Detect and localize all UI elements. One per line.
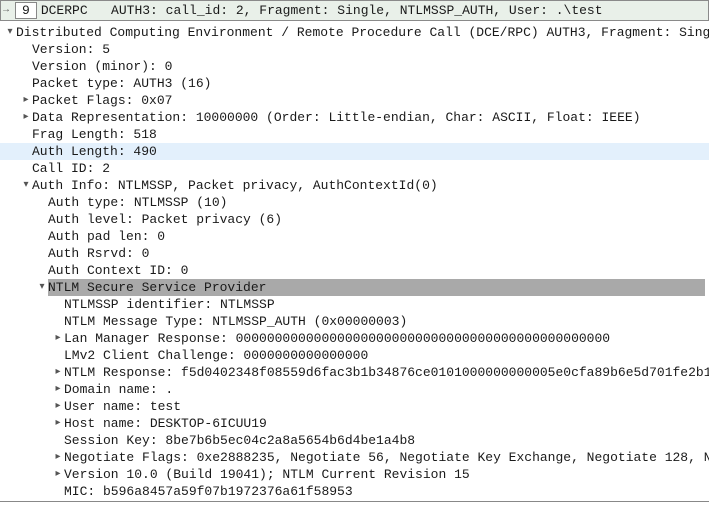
tree-label: Packet Flags: 0x07 <box>32 92 172 109</box>
tree-label: Auth type: NTLMSSP (10) <box>48 194 227 211</box>
expand-icon[interactable]: ▸ <box>52 449 64 466</box>
protocol-col: DCERPC AUTH3: call_id: 2, Fragment: Sing… <box>41 3 603 18</box>
tree-auth-info[interactable]: ▾ Auth Info: NTLMSSP, Packet privacy, Au… <box>0 177 709 194</box>
tree-ntlm-identifier[interactable]: NTLMSSP identifier: NTLMSSP <box>0 296 709 313</box>
tree-packet-flags[interactable]: ▸ Packet Flags: 0x07 <box>0 92 709 109</box>
tree-lmv2-client-challenge[interactable]: LMv2 Client Challenge: 0000000000000000 <box>0 347 709 364</box>
tree-label: Negotiate Flags: 0xe2888235, Negotiate 5… <box>64 449 709 466</box>
tree-version[interactable]: Version: 5 <box>0 41 709 58</box>
tree-label: Session Key: 8be7b6b5ec04c2a8a5654b6d4be… <box>64 432 415 449</box>
expand-icon[interactable]: ▸ <box>52 330 64 347</box>
tree-session-key[interactable]: Session Key: 8be7b6b5ec04c2a8a5654b6d4be… <box>0 432 709 449</box>
tree-label: NTLM Message Type: NTLMSSP_AUTH (0x00000… <box>64 313 407 330</box>
tree-version-minor[interactable]: Version (minor): 0 <box>0 58 709 75</box>
tree-label: NTLM Secure Service Provider <box>48 279 705 296</box>
tree-domain-name[interactable]: ▸ Domain name: . <box>0 381 709 398</box>
tree-version-info[interactable]: ▸ Version 10.0 (Build 19041); NTLM Curre… <box>0 466 709 483</box>
tree-auth-length[interactable]: Auth Length: 490 <box>0 143 709 160</box>
tree-mic[interactable]: MIC: b596a8457a59f07b1972376a61f58953 <box>0 483 709 500</box>
tree-auth-level[interactable]: Auth level: Packet privacy (6) <box>0 211 709 228</box>
tree-label: Frag Length: 518 <box>32 126 157 143</box>
expand-icon[interactable]: ▸ <box>20 92 32 109</box>
tree-data-representation[interactable]: ▸ Data Representation: 10000000 (Order: … <box>0 109 709 126</box>
tree-negotiate-flags[interactable]: ▸ Negotiate Flags: 0xe2888235, Negotiate… <box>0 449 709 466</box>
tree-user-name[interactable]: ▸ User name: test <box>0 398 709 415</box>
tree-label: Version (minor): 0 <box>32 58 172 75</box>
tree-ntlm-msg-type[interactable]: NTLM Message Type: NTLMSSP_AUTH (0x00000… <box>0 313 709 330</box>
collapse-icon[interactable]: ▾ <box>20 177 32 194</box>
tree-label: Auth Info: NTLMSSP, Packet privacy, Auth… <box>32 177 438 194</box>
tree-label: Domain name: . <box>64 381 173 398</box>
expand-icon[interactable]: ▸ <box>20 109 32 126</box>
tree-label: Call ID: 2 <box>32 160 110 177</box>
tree-label: User name: test <box>64 398 181 415</box>
tree-call-id[interactable]: Call ID: 2 <box>0 160 709 177</box>
tree-label: Auth pad len: 0 <box>48 228 165 245</box>
tree-auth-context-id[interactable]: Auth Context ID: 0 <box>0 262 709 279</box>
expand-icon[interactable]: ▸ <box>52 415 64 432</box>
expand-icon[interactable]: ▸ <box>52 466 64 483</box>
tree-host-name[interactable]: ▸ Host name: DESKTOP-6ICUU19 <box>0 415 709 432</box>
tree-ntlm-response[interactable]: ▸ NTLM Response: f5d0402348f08559d6fac3b… <box>0 364 709 381</box>
tree-label: MIC: b596a8457a59f07b1972376a61f58953 <box>64 483 353 500</box>
tree-packet-type[interactable]: Packet type: AUTH3 (16) <box>0 75 709 92</box>
tree-auth-rsrvd[interactable]: Auth Rsrvd: 0 <box>0 245 709 262</box>
expand-icon[interactable]: ▸ <box>52 364 64 381</box>
tree-frag-length[interactable]: Frag Length: 518 <box>0 126 709 143</box>
tree-ntlm-ssp[interactable]: ▾ NTLM Secure Service Provider <box>0 279 709 296</box>
tree-label: Data Representation: 10000000 (Order: Li… <box>32 109 641 126</box>
tree-label: Auth Context ID: 0 <box>48 262 188 279</box>
tree-label: Auth level: Packet privacy (6) <box>48 211 282 228</box>
tree-label: Auth Rsrvd: 0 <box>48 245 149 262</box>
tree-label: Version: 5 <box>32 41 110 58</box>
tree-label: Packet type: AUTH3 (16) <box>32 75 211 92</box>
expand-icon[interactable]: ▸ <box>52 398 64 415</box>
tree-label: Distributed Computing Environment / Remo… <box>16 24 709 41</box>
tree-label: Auth Length: 490 <box>32 143 157 160</box>
jump-arrow-icon: → <box>3 5 9 16</box>
collapse-icon[interactable]: ▾ <box>36 279 48 296</box>
frame-number: 9 <box>15 2 37 19</box>
collapse-icon[interactable]: ▾ <box>4 24 16 41</box>
tree-dcerpc-protocol[interactable]: ▾ Distributed Computing Environment / Re… <box>0 24 709 41</box>
packet-summary-row[interactable]: → 9 DCERPC AUTH3: call_id: 2, Fragment: … <box>0 0 709 21</box>
tree-label: NTLMSSP identifier: NTLMSSP <box>64 296 275 313</box>
tree-label: Version 10.0 (Build 19041); NTLM Current… <box>64 466 470 483</box>
tree-lan-manager-response[interactable]: ▸ Lan Manager Response: 0000000000000000… <box>0 330 709 347</box>
packet-details-tree: ▾ Distributed Computing Environment / Re… <box>0 21 709 500</box>
tree-label: NTLM Response: f5d0402348f08559d6fac3b1b… <box>64 364 709 381</box>
tree-label: Host name: DESKTOP-6ICUU19 <box>64 415 267 432</box>
tree-label: LMv2 Client Challenge: 0000000000000000 <box>64 347 368 364</box>
tree-label: Lan Manager Response: 000000000000000000… <box>64 330 610 347</box>
expand-icon[interactable]: ▸ <box>52 381 64 398</box>
divider <box>0 501 709 502</box>
tree-auth-pad[interactable]: Auth pad len: 0 <box>0 228 709 245</box>
tree-auth-type[interactable]: Auth type: NTLMSSP (10) <box>0 194 709 211</box>
